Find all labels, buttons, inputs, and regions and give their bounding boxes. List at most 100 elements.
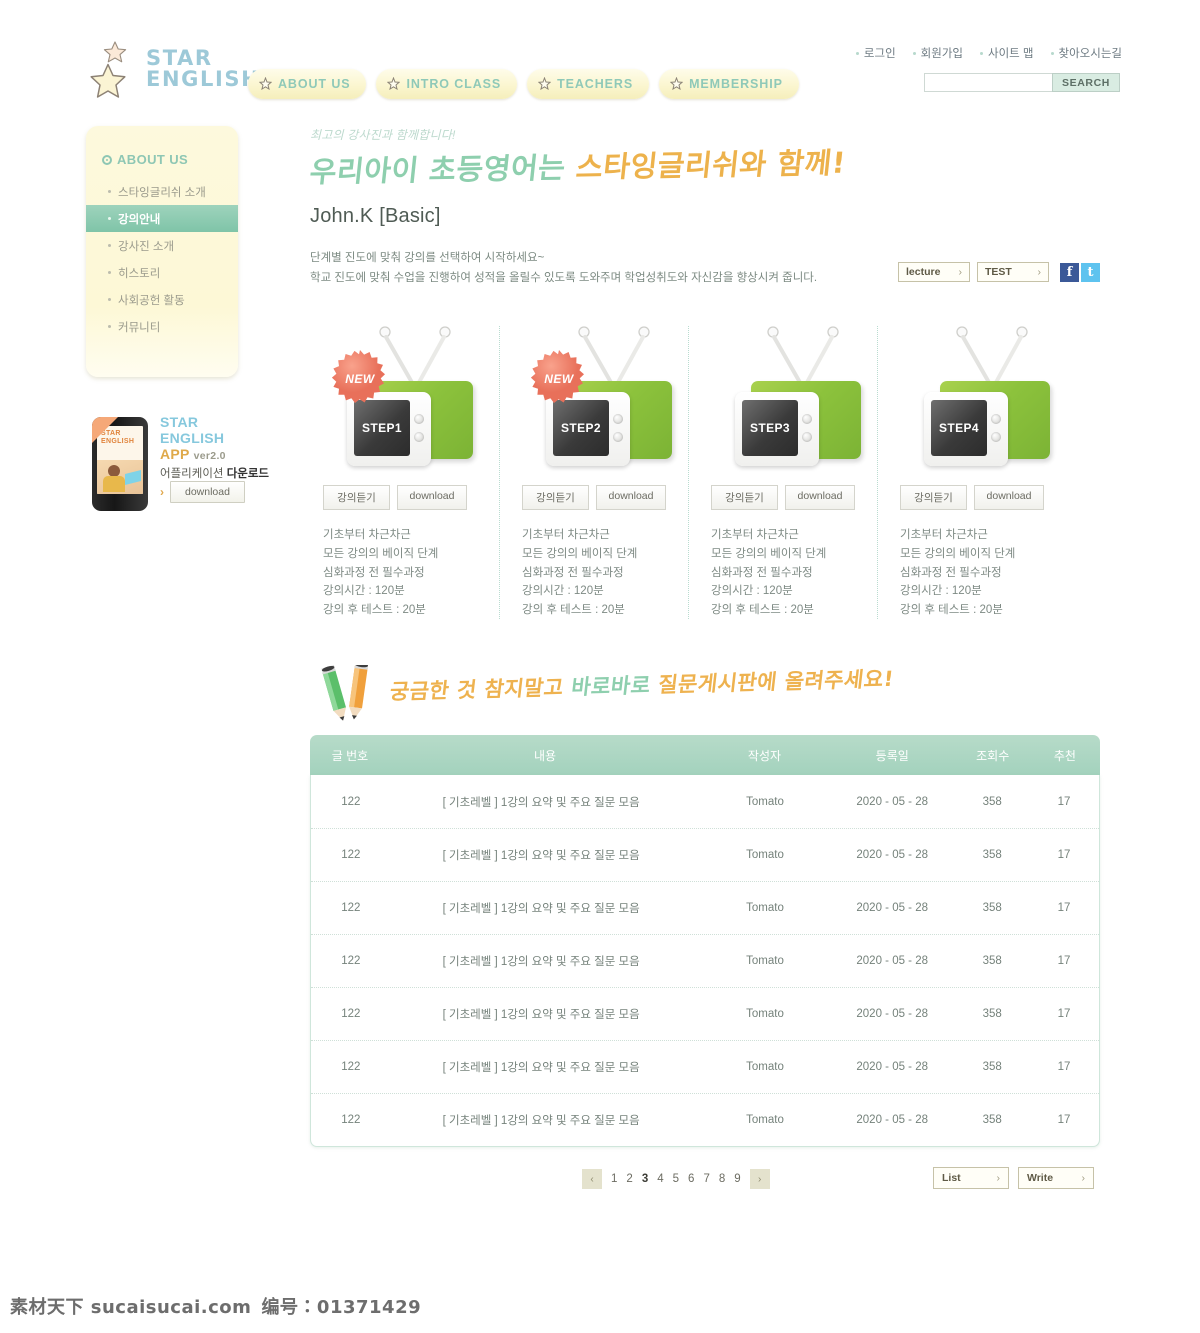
download-button[interactable]: download	[596, 485, 666, 511]
app-download-banner[interactable]: STAR ENGLISH STAR ENGLISH APP ver2.0 어플리…	[86, 411, 286, 517]
page-number[interactable]: 9	[734, 1173, 740, 1185]
step-card-3: STEP3 강의듣기 download 기초부터 차근차근 모든 강의의 베이직…	[688, 326, 877, 620]
download-button[interactable]: download	[974, 485, 1044, 511]
table-row[interactable]: 122 [ 기초레벨 ] 1강의 요약 및 주요 질문 모음 Tomato 20…	[311, 987, 1099, 1040]
util-login[interactable]: 로그인	[855, 45, 896, 61]
page-number[interactable]: 8	[719, 1173, 725, 1185]
qna-board: 글 번호 내용 작성자 등록일 조회수 추천 122 [ 기초레벨 ] 1강의 …	[310, 735, 1100, 1148]
cell-date: 2020 - 05 - 28	[856, 1008, 928, 1021]
cell-title[interactable]: [ 기초레벨 ] 1강의 요약 및 주요 질문 모음	[391, 794, 701, 810]
heading-part-orange-1: 궁금한 것 참지말고	[388, 675, 566, 705]
hero-description: 단계별 진도에 맞춰 강의를 선택하여 시작하세요~ 학교 진도에 맞춰 수업을…	[310, 248, 817, 288]
page-number[interactable]: 1	[611, 1173, 617, 1185]
list-button[interactable]: List ›	[933, 1167, 1009, 1190]
nav-item-about-us[interactable]: ABOUT US	[248, 69, 367, 99]
cell-title[interactable]: [ 기초레벨 ] 1강의 요약 및 주요 질문 모음	[391, 953, 701, 969]
bullet-dot-icon	[980, 51, 983, 55]
cell-title[interactable]: [ 기초레벨 ] 1강의 요약 및 주요 질문 모음	[391, 1112, 701, 1128]
step-card-1: STEP1 NEW 강의듣기 download 기초부터 차근차근 모든 강의의…	[310, 326, 499, 619]
page-number[interactable]: 6	[688, 1173, 694, 1185]
desc-line-1: 단계별 진도에 맞춰 강의를 선택하여 시작하세요~	[310, 252, 545, 264]
new-badge-label: NEW	[544, 372, 574, 387]
cell-date: 2020 - 05 - 28	[856, 849, 928, 862]
star-bullet-icon	[669, 76, 684, 93]
listen-lecture-button[interactable]: 강의듣기	[900, 485, 967, 511]
heading-part-orange-2: 질문게시판에 올려주세요!	[656, 667, 896, 698]
page-number[interactable]: 7	[703, 1173, 709, 1185]
cell-no: 122	[341, 849, 361, 862]
sidebar-title: ABOUT US	[102, 152, 188, 167]
app-word: APP	[160, 446, 190, 463]
cell-title[interactable]: [ 기초레벨 ] 1강의 요약 및 주요 질문 모음	[391, 847, 701, 863]
app-subtitle: 어플리케이션 다운로드	[160, 468, 270, 481]
sidebar-item-history[interactable]: 히스토리	[86, 259, 238, 286]
phone-title-line1: STAR	[101, 430, 121, 437]
listen-lecture-button[interactable]: 강의듣기	[522, 485, 589, 511]
sidebar-item-lecture-guide[interactable]: 강의안내	[86, 205, 238, 232]
search-button[interactable]: SEARCH	[1052, 73, 1120, 92]
page-number[interactable]: 2	[626, 1173, 632, 1185]
sidebar-item-teachers[interactable]: 강사진 소개	[86, 232, 238, 259]
prev-page-button[interactable]: ‹	[582, 1169, 602, 1190]
cell-title[interactable]: [ 기초레벨 ] 1강의 요약 및 주요 질문 모음	[391, 900, 701, 916]
cell-title[interactable]: [ 기초레벨 ] 1강의 요약 및 주요 질문 모음	[391, 1006, 701, 1022]
cell-author: Tomato	[746, 902, 784, 915]
cell-rec: 17	[1057, 955, 1071, 968]
util-label: 사이트 맵	[988, 48, 1034, 60]
util-label: 찾아오시는길	[1058, 48, 1122, 60]
nav-item-teachers[interactable]: TEACHERS	[527, 69, 650, 99]
cell-hits: 358	[982, 1061, 1002, 1074]
table-row[interactable]: 122 [ 기초레벨 ] 1강의 요약 및 주요 질문 모음 Tomato 20…	[311, 934, 1099, 987]
table-row[interactable]: 122 [ 기초레벨 ] 1강의 요약 및 주요 질문 모음 Tomato 20…	[311, 1040, 1099, 1093]
util-sitemap[interactable]: 사이트 맵	[980, 45, 1034, 61]
search-input[interactable]	[924, 73, 1052, 92]
sidebar-item-social-contribution[interactable]: 사회공헌 활동	[86, 286, 238, 313]
listen-lecture-button[interactable]: 강의듣기	[711, 485, 778, 511]
sidebar-item-intro[interactable]: 스타잉글리쉬 소개	[86, 178, 238, 205]
step-card-buttons: 강의듣기 download	[711, 485, 868, 511]
page-number[interactable]: 5	[673, 1173, 679, 1185]
table-row[interactable]: 122 [ 기초레벨 ] 1강의 요약 및 주요 질문 모음 Tomato 20…	[311, 828, 1099, 881]
step-card-4: STEP4 강의듣기 download 기초부터 차근차근 모든 강의의 베이직…	[877, 326, 1066, 620]
table-row[interactable]: 122 [ 기초레벨 ] 1강의 요약 및 주요 질문 모음 Tomato 20…	[311, 881, 1099, 934]
card-line: 모든 강의의 베이직 단계	[711, 547, 827, 560]
page-number[interactable]: 4	[657, 1173, 663, 1185]
cell-rec: 17	[1057, 1008, 1071, 1021]
bullet-dot-icon	[1050, 51, 1054, 55]
table-row[interactable]: 122 [ 기초레벨 ] 1강의 요약 및 주요 질문 모음 Tomato 20…	[311, 775, 1099, 828]
app-title-star: STAR	[160, 414, 199, 430]
bullet-dot-icon	[855, 51, 859, 55]
tv-screen: STEP1	[354, 400, 410, 457]
util-signup[interactable]: 회원가입	[912, 45, 963, 61]
facebook-icon[interactable]: f	[1060, 262, 1079, 282]
list-button-label: List	[942, 1172, 961, 1185]
next-page-button[interactable]: ›	[749, 1169, 770, 1190]
download-button[interactable]: download	[397, 485, 467, 511]
nav-item-membership[interactable]: MEMBERSHIP	[659, 69, 799, 99]
step-label: STEP2	[560, 421, 601, 436]
write-button[interactable]: Write ›	[1018, 1167, 1094, 1190]
app-download-button[interactable]: download	[170, 481, 245, 503]
phone-illustration	[97, 460, 143, 494]
twitter-icon[interactable]: t	[1081, 262, 1100, 282]
cell-title[interactable]: [ 기초레벨 ] 1강의 요약 및 주요 질문 모음	[391, 1059, 701, 1075]
hero-description-row: 단계별 진도에 맞춰 강의를 선택하여 시작하세요~ 학교 진도에 맞춰 수업을…	[310, 248, 1100, 288]
column-header-title: 내용	[533, 748, 557, 763]
main-content: 최고의 강사진과 함께합니다! 우리아이 초등영어는 스타잉글리쉬와 함께! J…	[308, 126, 1100, 1193]
lecture-button[interactable]: lecture ›	[898, 262, 970, 282]
download-button[interactable]: download	[785, 485, 855, 511]
page-number-current[interactable]: 3	[642, 1173, 648, 1185]
sidebar-item-label: 히스토리	[118, 267, 161, 280]
listen-lecture-button[interactable]: 강의듣기	[323, 485, 390, 511]
card-line: 모든 강의의 베이직 단계	[900, 547, 1016, 560]
test-button[interactable]: TEST ›	[977, 262, 1049, 282]
logo-text: STAR ENGLISH	[146, 47, 260, 91]
sidebar-item-community[interactable]: 커뮤니티	[86, 313, 238, 340]
table-row[interactable]: 122 [ 기초레벨 ] 1강의 요약 및 주요 질문 모음 Tomato 20…	[311, 1093, 1099, 1146]
card-line: 강의 후 테스트 : 20분	[711, 603, 814, 616]
nav-item-intro-class[interactable]: INTRO CLASS	[376, 69, 518, 99]
headline-part-orange: 스타잉글리쉬와 함께!	[574, 145, 848, 185]
util-directions[interactable]: 찾아오시는길	[1050, 45, 1122, 61]
site-logo[interactable]: STAR ENGLISH	[88, 40, 260, 102]
cell-rec: 17	[1057, 1114, 1071, 1127]
